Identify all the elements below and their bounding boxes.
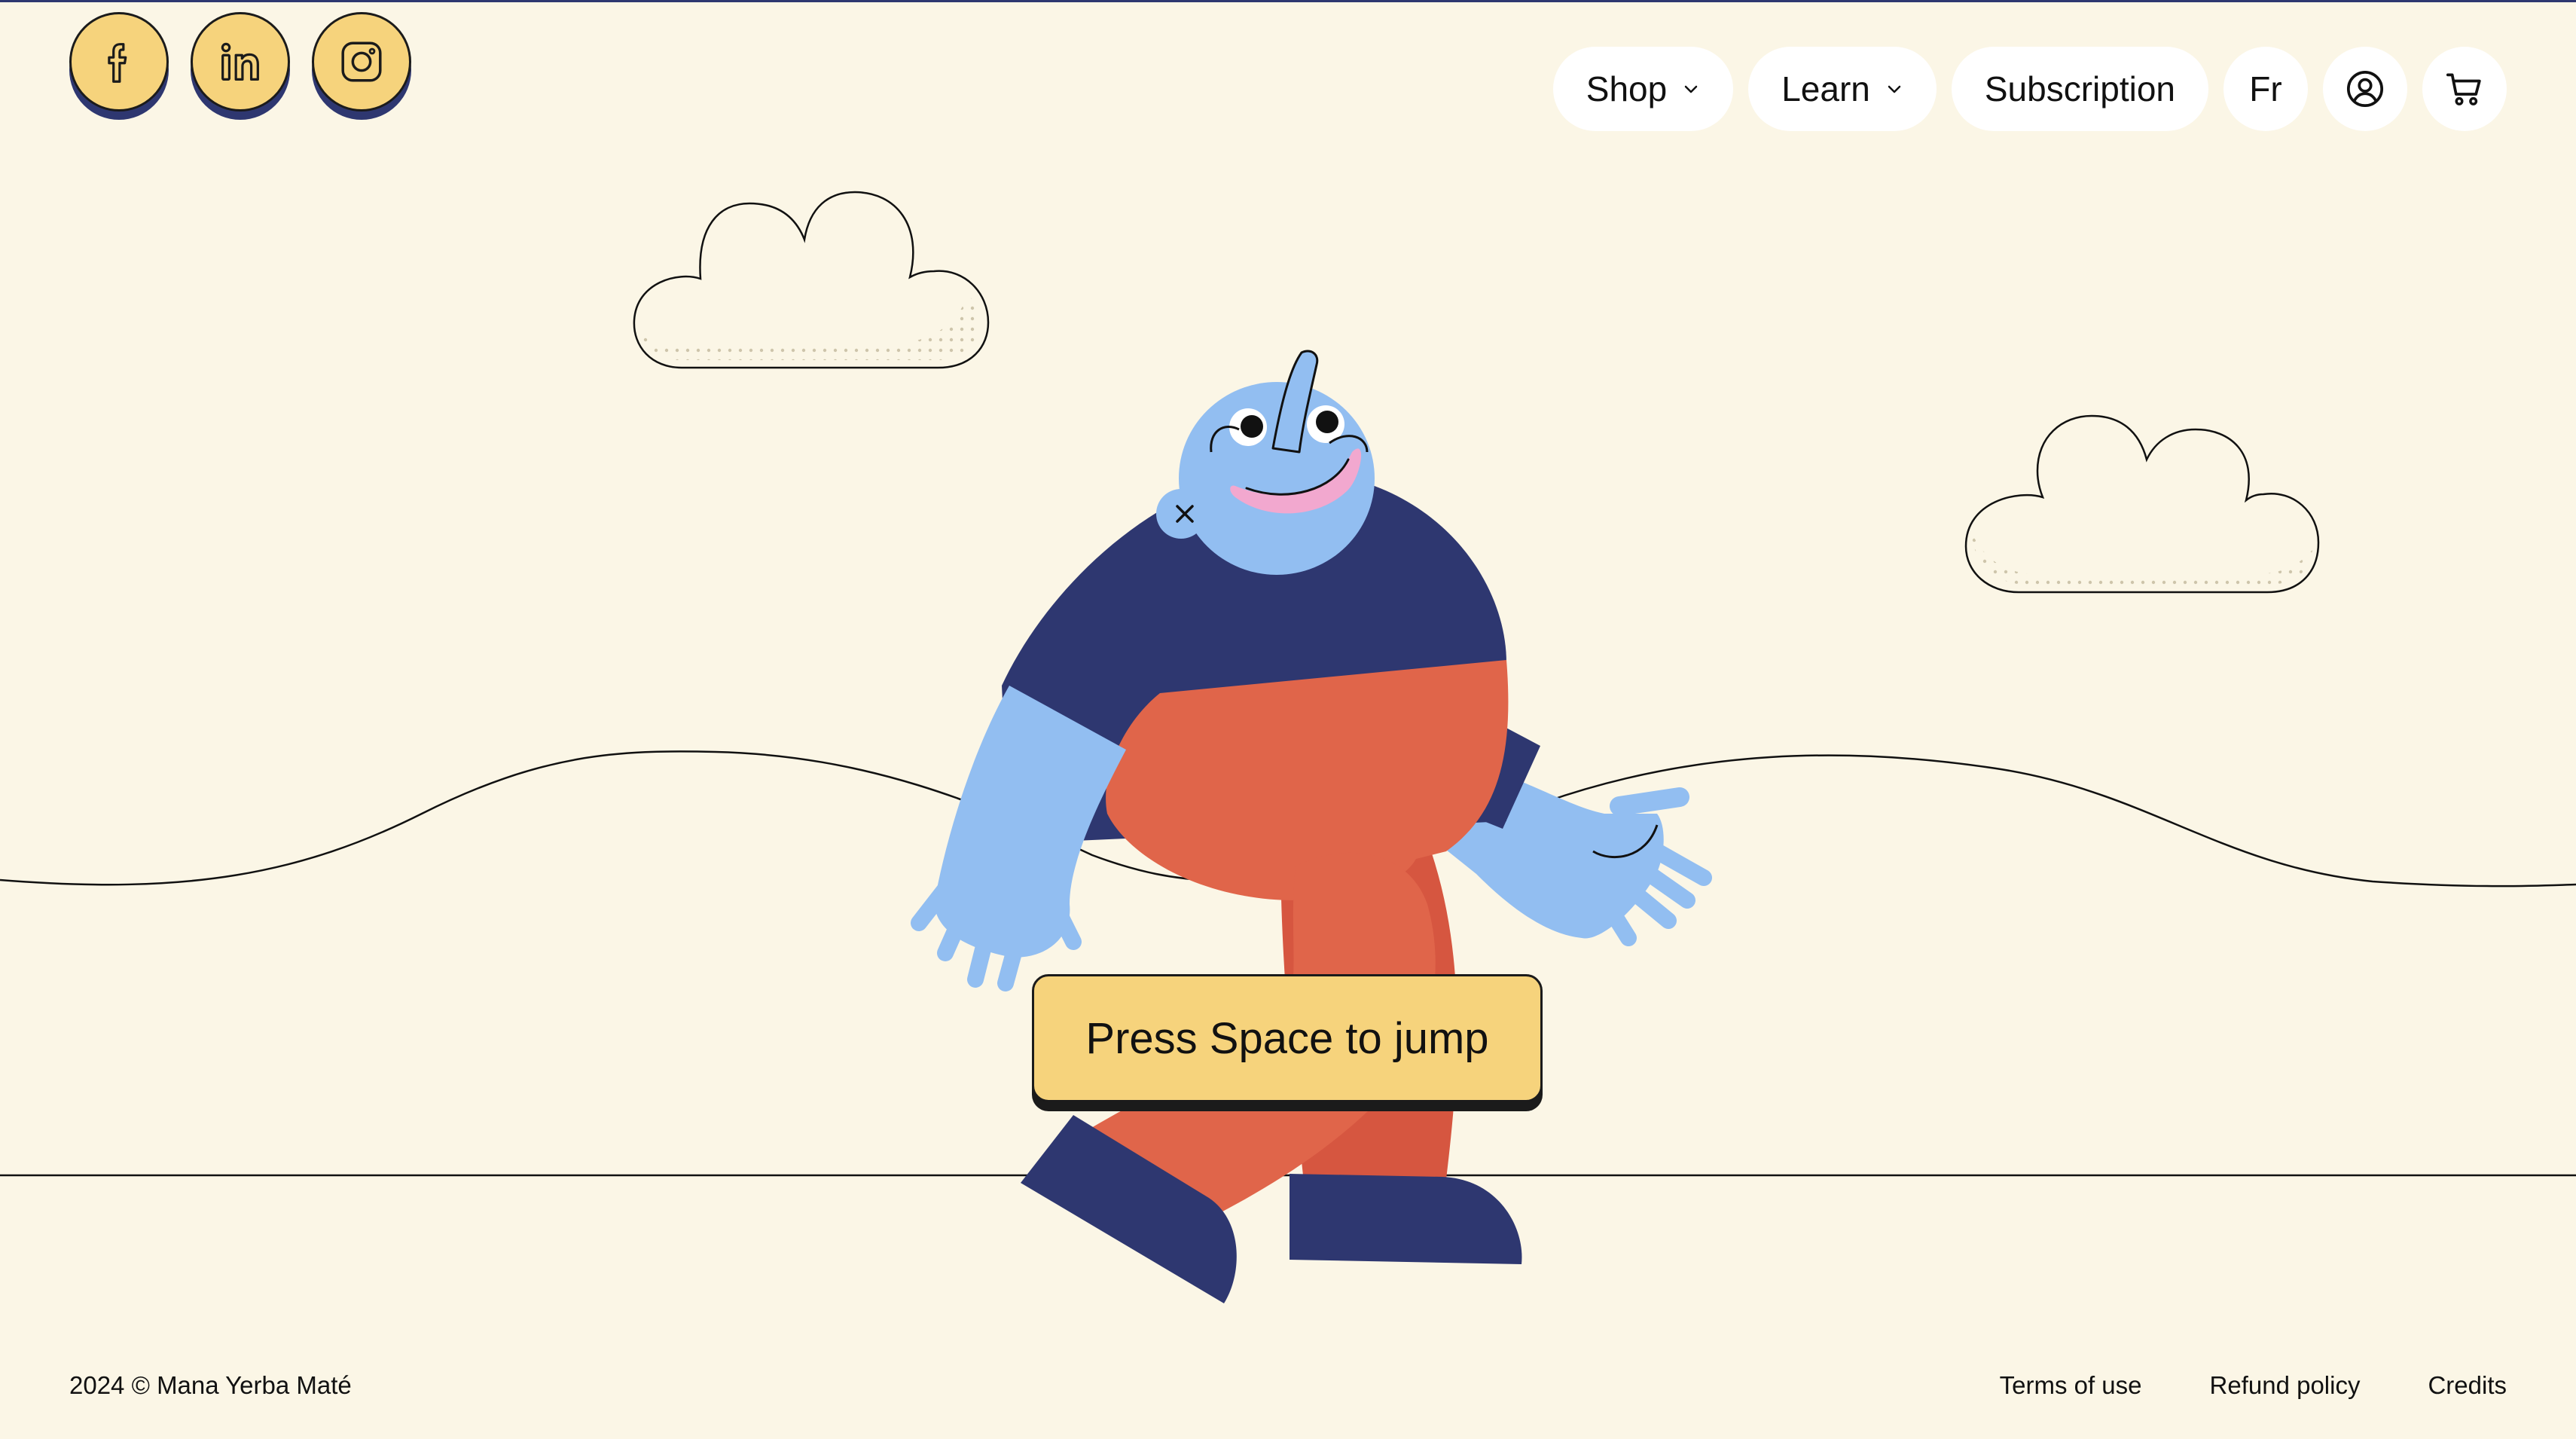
footer-links: Terms of use Refund policy Credits <box>2000 1371 2507 1400</box>
cloud-right <box>1964 414 2320 594</box>
copyright-text: 2024 © Mana Yerba Maté <box>69 1371 352 1399</box>
terms-link[interactable]: Terms of use <box>2000 1371 2142 1400</box>
refund-policy-link[interactable]: Refund policy <box>2210 1371 2361 1400</box>
game-character <box>911 350 1712 1303</box>
jump-prompt-label: Press Space to jump <box>1085 1013 1489 1063</box>
game-scene <box>0 191 2576 1303</box>
cloud-left <box>633 191 990 369</box>
jump-prompt-button[interactable]: Press Space to jump <box>1032 974 1543 1102</box>
credits-link[interactable]: Credits <box>2428 1371 2507 1400</box>
